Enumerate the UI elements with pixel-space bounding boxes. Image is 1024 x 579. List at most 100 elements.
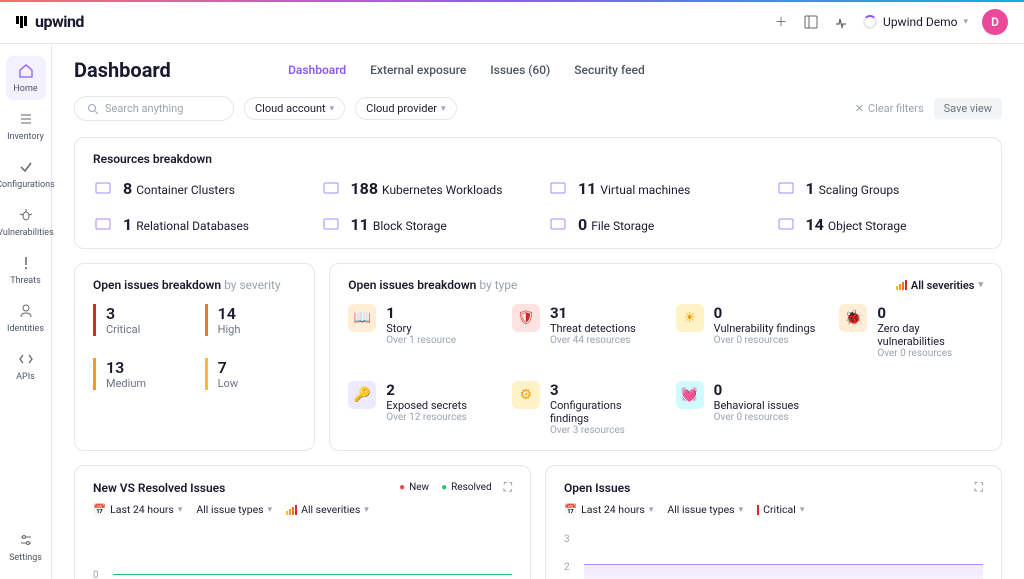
resource-item[interactable]: 0File Storage — [548, 214, 756, 234]
save-view-button[interactable]: Save view — [934, 98, 1002, 119]
severity-item[interactable]: 13Medium — [93, 358, 185, 390]
page-title: Dashboard — [74, 58, 171, 82]
tab-issues[interactable]: Issues (60) — [490, 63, 550, 77]
card-title: Open issues breakdown by type — [348, 278, 517, 292]
severity-bars-icon — [286, 505, 297, 515]
issue-type-item[interactable]: 🐞0Zero day vulnerabilitiesOver 0 resourc… — [839, 304, 983, 359]
card-title: Resources breakdown — [93, 152, 983, 166]
severity-selector[interactable]: Critical▾ — [757, 503, 804, 516]
severity-selector[interactable]: All severities▾ — [286, 503, 369, 516]
sidebar-label: APIs — [16, 372, 35, 382]
activity-icon[interactable] — [833, 14, 849, 30]
panel-icon[interactable] — [803, 14, 819, 30]
type-icon: 💓 — [676, 381, 704, 409]
bug-icon — [17, 206, 35, 224]
issue-type-item[interactable]: 📖1StoryOver 1 resource — [348, 304, 492, 359]
issue-type-item[interactable]: ⚙3Configurations findingsOver 3 resource… — [512, 381, 656, 436]
sidebar-item-inventory[interactable]: Inventory — [6, 104, 46, 148]
issue-type-selector[interactable]: All issue types▾ — [667, 503, 743, 516]
issue-type-selector[interactable]: All issue types▾ — [196, 503, 272, 516]
account-name: Upwind Demo — [883, 15, 957, 29]
sidebar-label: Settings — [9, 553, 42, 563]
filter-cloud-account[interactable]: Cloud account▾ — [244, 97, 345, 120]
tab-dashboard[interactable]: Dashboard — [288, 63, 346, 77]
close-icon: ✕ — [855, 102, 864, 115]
chart-title: New VS Resolved Issues — [93, 481, 225, 495]
type-icon: 🛡 — [512, 304, 540, 332]
issue-type-item[interactable]: 🔑2Exposed secretsOver 12 resources — [348, 381, 492, 436]
sidebar-item-configurations[interactable]: Configurations — [6, 152, 46, 196]
resource-icon — [321, 178, 341, 198]
chevron-down-icon: ▾ — [963, 17, 968, 27]
resource-icon — [548, 214, 568, 234]
page-tabs: Dashboard External exposure Issues (60) … — [288, 63, 645, 77]
resource-item[interactable]: 1Relational Databases — [93, 214, 301, 234]
list-icon — [17, 110, 35, 128]
issues-by-type-card: Open issues breakdown by type All severi… — [329, 263, 1002, 451]
expand-icon[interactable]: ⛶ — [504, 480, 512, 495]
issues-by-severity-card: Open issues breakdown by severity 3Criti… — [74, 263, 315, 451]
sidebar-item-home[interactable]: Home — [6, 56, 46, 100]
resource-item[interactable]: 11Block Storage — [321, 214, 529, 234]
filter-cloud-provider[interactable]: Cloud provider▾ — [355, 97, 456, 120]
resource-icon — [776, 178, 796, 198]
resource-icon — [548, 178, 568, 198]
sidebar-item-vulnerabilities[interactable]: Vulnerabilities — [6, 200, 46, 244]
expand-icon[interactable]: ⛶ — [975, 480, 983, 495]
tab-external-exposure[interactable]: External exposure — [370, 63, 466, 77]
resource-item[interactable]: 188Kubernetes Workloads — [321, 178, 529, 198]
sidebar-item-settings[interactable]: Settings — [6, 525, 46, 569]
sidebar-label: Identities — [7, 324, 44, 334]
clear-filters-button[interactable]: ✕Clear filters — [855, 102, 924, 115]
new-vs-resolved-chart: New VS Resolved Issues New Resolved ⛶ 📅L… — [74, 465, 531, 579]
severity-bars-icon — [896, 280, 907, 290]
topbar: upwind ＋ Upwind Demo ▾ D — [0, 0, 1024, 44]
sidebar-label: Vulnerabilities — [0, 228, 54, 238]
search-input[interactable]: Search anything — [74, 96, 234, 121]
search-icon — [87, 103, 99, 115]
severity-item[interactable]: 7Low — [205, 358, 297, 390]
issue-type-item[interactable]: 🛡31Threat detectionsOver 44 resources — [512, 304, 656, 359]
user-avatar[interactable]: D — [982, 9, 1008, 35]
brand-logo[interactable]: upwind — [16, 12, 84, 31]
resource-icon — [93, 178, 113, 198]
severity-item[interactable]: 3Critical — [93, 304, 185, 336]
issue-type-item[interactable]: ☀0Vulnerability findingsOver 0 resources — [676, 304, 820, 359]
chevron-down-icon: ▾ — [330, 104, 335, 114]
severity-bars-icon — [757, 505, 759, 515]
resource-item[interactable]: 8Container Clusters — [93, 178, 301, 198]
account-switcher[interactable]: Upwind Demo ▾ — [863, 15, 968, 29]
resource-item[interactable]: 1Scaling Groups — [776, 178, 984, 198]
time-range-selector[interactable]: 📅Last 24 hours▾ — [93, 503, 182, 516]
home-icon — [17, 62, 35, 80]
resource-icon — [93, 214, 113, 234]
type-icon: 🔑 — [348, 381, 376, 409]
legend-new: New — [399, 482, 429, 493]
type-icon: 📖 — [348, 304, 376, 332]
resource-icon — [321, 214, 341, 234]
y-tick: 3 — [564, 534, 570, 545]
chart-title: Open Issues — [564, 481, 630, 495]
type-icon: ☀ — [676, 304, 704, 332]
main-content: Dashboard Dashboard External exposure Is… — [52, 44, 1024, 579]
type-icon: 🐞 — [839, 304, 867, 332]
resource-item[interactable]: 14Object Storage — [776, 214, 984, 234]
plus-icon[interactable]: ＋ — [773, 14, 789, 30]
y-tick: 2 — [564, 562, 570, 573]
sidebar-item-apis[interactable]: APIs — [6, 344, 46, 388]
severity-item[interactable]: 14High — [205, 304, 297, 336]
time-range-selector[interactable]: 📅Last 24 hours▾ — [564, 503, 653, 516]
sidebar-item-threats[interactable]: Threats — [6, 248, 46, 292]
all-severities-dropdown[interactable]: All severities ▾ — [896, 279, 983, 292]
resource-item[interactable]: 11Virtual machines — [548, 178, 756, 198]
sidebar-item-identities[interactable]: Identities — [6, 296, 46, 340]
sidebar: Home Inventory Configurations Vulnerabil… — [0, 44, 52, 579]
tab-security-feed[interactable]: Security feed — [574, 63, 645, 77]
issue-type-item[interactable]: 💓0Behavioral issuesOver 0 resources — [676, 381, 820, 436]
chart-line — [113, 574, 512, 575]
resources-breakdown-card: Resources breakdown 8Container Clusters 1… — [74, 137, 1002, 249]
brand-text: upwind — [35, 12, 84, 31]
chart-area-fill — [584, 564, 983, 579]
sidebar-label: Home — [13, 84, 37, 94]
sidebar-label: Threats — [10, 276, 41, 286]
